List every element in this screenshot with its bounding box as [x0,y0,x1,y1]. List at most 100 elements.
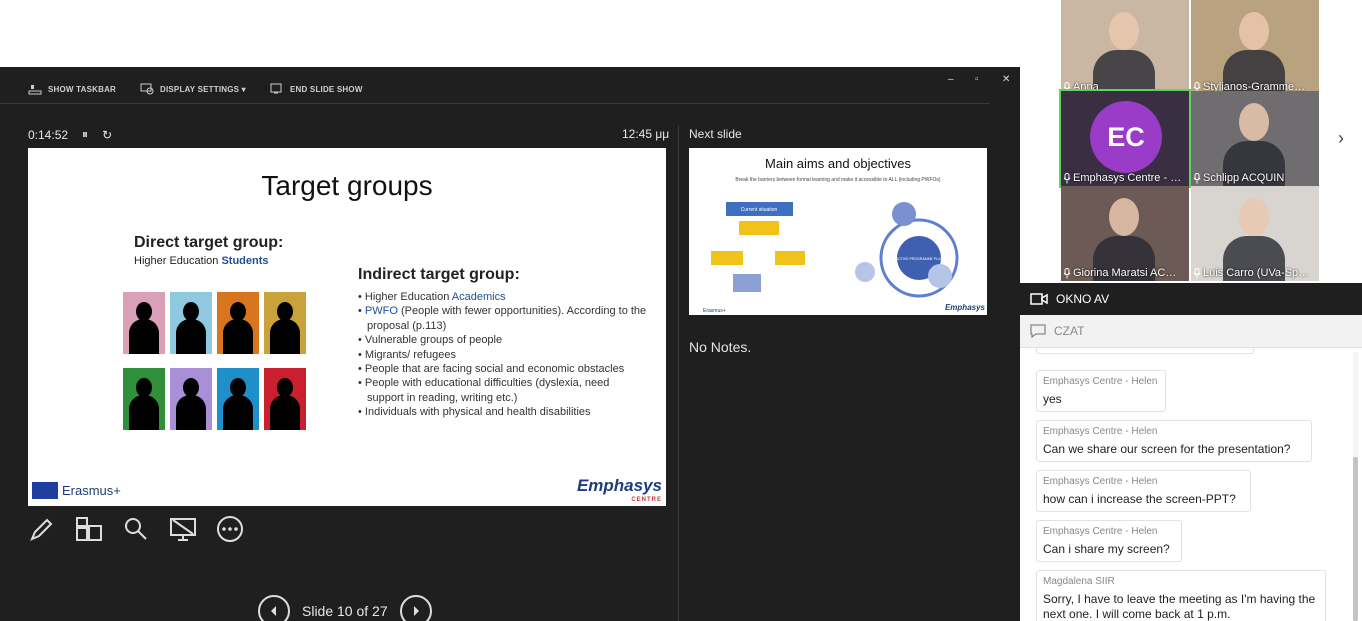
bullet-text-tail: (People with fewer opportunities). Accor… [367,305,647,332]
slide-navigation: Slide 10 of 27 [258,595,432,621]
show-taskbar-button[interactable]: SHOW TASKBAR [28,81,116,97]
end-slide-show-label: END SLIDE SHOW [290,84,363,94]
pause-icon[interactable]: ⏸ [82,127,88,142]
end-show-icon [270,83,282,94]
restore-icon[interactable]: ▫ [975,74,979,85]
slide-counter: Slide 10 of 27 [302,603,388,619]
participant-face [1109,198,1139,236]
participant-name: Schlipp ACQUIN [1203,172,1285,184]
direct-sub-text: Higher Education [134,255,219,267]
participant-body [1093,50,1155,95]
taskbar-icon [28,85,42,95]
chevron-right-icon[interactable]: › [1338,128,1344,149]
silhouette-tile [264,368,306,430]
toolbar-divider [0,103,990,104]
video-grid: Anna Stylianos-Gramme… EC Emphasys Centre -… [1020,0,1362,283]
eu-flag-icon [32,482,58,499]
silhouette-body [223,395,253,430]
elapsed-time: 0:14:52 [28,127,69,142]
silhouette-tile [170,292,212,354]
scrollbar-thumb[interactable] [1353,457,1358,621]
direct-target-sub: Higher Education Students [134,255,269,267]
microphone-icon [1063,172,1071,183]
next-emphasys-text: Emphasys [945,303,986,312]
participant-video[interactable]: EC Emphasys Centre - … [1059,89,1191,188]
chat-text: Sorry, I have to leave the meeting as I'… [1043,592,1316,621]
chat-message: Emphasys Centre - Helen Can we share our … [1036,420,1312,462]
okno-av-bar[interactable]: OKNO AV [1020,283,1362,315]
bullet-highlight: PWFO [364,305,398,318]
emphasys-logo: Emphasys CENTRE [577,477,662,506]
silhouette-body [176,319,206,354]
participant-name-tag: Emphasys Centre - … [1063,172,1181,184]
silhouette-body [129,319,159,354]
pen-icon[interactable] [28,515,56,543]
participant-video[interactable]: Anna [1061,0,1189,95]
chat-message: Emphasys Centre - Helen Can i share my sc… [1036,520,1182,562]
presenter-view: SHOW TASKBAR DISPLAY SETTINGS ▾ END SLID… [0,67,1020,621]
close-icon[interactable]: ✕ [1002,74,1010,85]
bullet-text: Migrants/ refugees [364,348,457,361]
chat-label: CZAT [1054,324,1085,338]
camera-icon [1030,293,1048,305]
bullet-text: Individuals with physical and health dis… [364,406,591,419]
zoom-icon[interactable] [122,515,150,543]
chat-text: Can we share our screen for the presenta… [1043,442,1291,456]
participant-video[interactable]: Schlipp ACQUIN [1191,91,1319,186]
chat-icon [1030,324,1046,338]
silhouette-tile [170,368,212,430]
participant-name: Giorina Maratsi AC… [1073,267,1177,279]
microphone-icon [1063,267,1071,278]
chat-header[interactable]: CZAT [1020,315,1362,348]
direct-target-heading: Direct target group: [134,234,284,251]
display-settings-label: DISPLAY SETTINGS ▾ [160,84,246,94]
bullet-text: Higher Education [364,291,452,303]
participant-name: Emphasys Centre - … [1073,172,1182,184]
next-arrow-icon [413,606,419,616]
display-settings-icon [140,83,154,95]
center-platform-label: INTERACTIVE PROGRAMME PLATFORM [885,257,952,261]
indirect-target-item: PWFO (People with fewer opportunities). … [358,304,648,333]
chat-sender: Emphasys Centre - Helen [1043,526,1158,537]
display-settings-button[interactable]: DISPLAY SETTINGS ▾ [140,81,246,97]
participant-face [1109,12,1139,50]
participant-face [1239,198,1269,236]
participant-name: Luis Carro (UVa-Sp… [1203,267,1310,279]
chat-text: how can i increase the screen-PPT? [1043,492,1236,506]
next-slide-diagram: Current situation INTERACTIVE PROGRAMME … [703,202,986,314]
show-taskbar-label: SHOW TASKBAR [48,84,117,94]
silhouette-body [129,395,159,430]
indirect-target-list: Higher Education AcademicsPWFO (People w… [358,290,648,420]
next-slide-thumbnail[interactable]: Main aims and objectives Break the barri… [689,148,987,315]
participant-video[interactable]: Giorina Maratsi AC… [1061,186,1189,281]
indirect-target-heading: Indirect target group: [358,266,520,283]
okno-av-label: OKNO AV [1056,292,1110,306]
end-slide-show-button[interactable]: END SLIDE SHOW [270,81,363,97]
participant-video[interactable]: Stylianos-Gramme… [1191,0,1319,95]
clock: 12:45 μμ [622,127,670,141]
silhouette-tile [264,292,306,354]
meeting-sidebar: Anna Stylianos-Gramme… EC Emphasys Centre -… [1020,0,1362,621]
silhouette-tile [123,292,165,354]
more-options-icon[interactable] [216,515,244,543]
reset-timer-icon[interactable]: ↻ [102,128,112,142]
clipped-message [1036,348,1254,354]
previous-slide-button[interactable] [258,595,290,621]
previous-arrow-icon [271,606,276,616]
black-screen-icon[interactable] [169,515,197,543]
top-blank-area [0,0,1020,67]
indirect-target-item: Vulnerable groups of people [358,333,648,347]
chat-scrollbar[interactable] [1353,352,1358,621]
chat-text: Can i share my screen? [1043,542,1170,556]
participant-video[interactable]: Luis Carro (UVa-Sp… [1191,186,1319,281]
microphone-icon [1193,267,1201,278]
see-all-slides-icon[interactable] [75,515,103,543]
current-slide[interactable]: Target groups Direct target group: Highe… [28,148,666,506]
silhouette-tile [217,368,259,430]
next-slide-button[interactable] [399,595,432,621]
pane-divider [678,125,679,621]
indirect-target-item: Migrants/ refugees [358,348,648,362]
minimize-icon[interactable]: – [948,74,954,85]
indirect-target-item: Higher Education Academics [358,290,648,304]
chat-sender: Emphasys Centre - Helen [1043,476,1158,487]
